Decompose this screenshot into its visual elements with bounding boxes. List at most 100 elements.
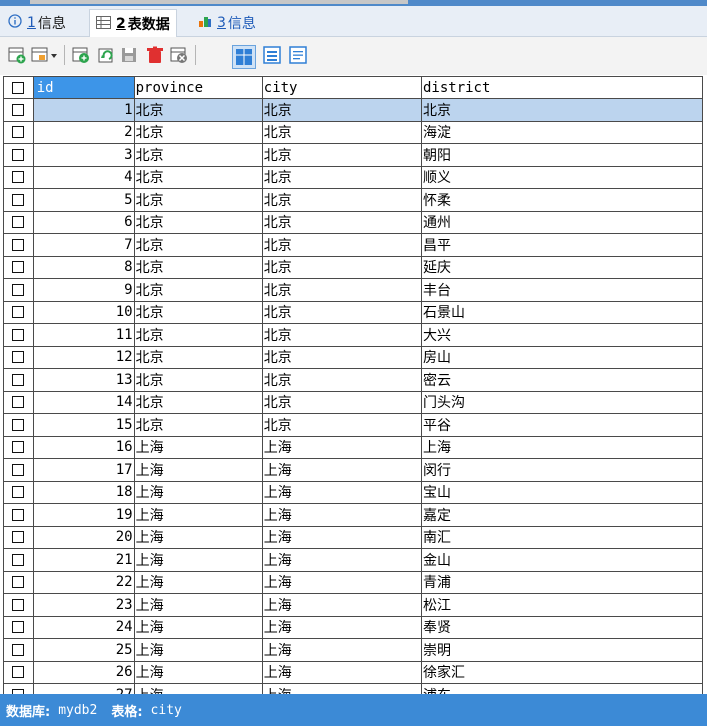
cell-id[interactable]: 25 (32, 638, 135, 662)
cell-district[interactable]: 闵行 (420, 458, 703, 482)
refresh-icon[interactable] (97, 46, 115, 64)
cell-id[interactable]: 8 (32, 255, 135, 279)
cell-id[interactable]: 17 (32, 458, 135, 482)
table-row[interactable]: 12 北京 北京 房山 (3, 345, 703, 369)
cell-district[interactable]: 徐家汇 (420, 660, 703, 684)
table-row[interactable]: 23 上海 上海 松江 (3, 593, 703, 617)
cell-id[interactable]: 24 (32, 615, 135, 639)
row-checkbox[interactable] (3, 323, 34, 347)
table-row[interactable]: 20 上海 上海 南汇 (3, 525, 703, 549)
row-checkbox[interactable] (3, 458, 34, 482)
cell-district[interactable]: 南汇 (420, 525, 703, 549)
table-row[interactable]: 7 北京 北京 昌平 (3, 233, 703, 257)
new-record-icon[interactable] (8, 46, 26, 64)
cell-district[interactable]: 怀柔 (420, 188, 703, 212)
cell-id[interactable]: 22 (32, 570, 135, 594)
row-checkbox[interactable] (3, 368, 34, 392)
cell-city[interactable]: 北京 (261, 278, 422, 302)
row-checkbox[interactable] (3, 120, 34, 144)
row-checkbox[interactable] (3, 503, 34, 527)
cell-district[interactable]: 大兴 (420, 323, 703, 347)
row-checkbox[interactable] (3, 255, 34, 279)
cell-id[interactable]: 27 (32, 683, 135, 694)
cell-id[interactable]: 7 (32, 233, 135, 257)
row-checkbox[interactable] (3, 165, 34, 189)
cell-province[interactable]: 北京 (133, 278, 263, 302)
cell-city[interactable]: 上海 (261, 593, 422, 617)
cell-id[interactable]: 11 (32, 323, 135, 347)
cell-id[interactable]: 18 (32, 480, 135, 504)
cell-id[interactable]: 10 (32, 300, 135, 324)
cell-district[interactable]: 浦东 (420, 683, 703, 694)
cell-province[interactable]: 北京 (133, 165, 263, 189)
horizontal-scrollbar[interactable] (30, 0, 408, 4)
cell-province[interactable]: 上海 (133, 570, 263, 594)
table-row[interactable]: 24 上海 上海 奉贤 (3, 615, 703, 639)
cell-id[interactable]: 5 (32, 188, 135, 212)
cell-province[interactable]: 北京 (133, 345, 263, 369)
cell-city[interactable]: 北京 (261, 98, 422, 122)
row-checkbox[interactable] (3, 210, 34, 234)
column-header-city[interactable]: city (261, 76, 422, 99)
cell-province[interactable]: 北京 (133, 390, 263, 414)
cell-city[interactable]: 北京 (261, 210, 422, 234)
cancel-icon[interactable] (170, 46, 188, 64)
row-checkbox[interactable] (3, 278, 34, 302)
cell-city[interactable]: 上海 (261, 480, 422, 504)
row-checkbox[interactable] (3, 143, 34, 167)
row-checkbox[interactable] (3, 188, 34, 212)
cell-city[interactable]: 北京 (261, 413, 422, 437)
cell-district[interactable]: 松江 (420, 593, 703, 617)
delete-icon[interactable] (146, 46, 164, 64)
cell-province[interactable]: 北京 (133, 188, 263, 212)
cell-city[interactable]: 北京 (261, 188, 422, 212)
row-checkbox[interactable] (3, 615, 34, 639)
cell-province[interactable]: 北京 (133, 413, 263, 437)
cell-city[interactable]: 北京 (261, 165, 422, 189)
cell-city[interactable]: 北京 (261, 390, 422, 414)
cell-id[interactable]: 21 (32, 548, 135, 572)
grid-view-icon[interactable] (232, 45, 256, 69)
form-view-icon[interactable] (263, 46, 281, 64)
table-row[interactable]: 16 上海 上海 上海 (3, 435, 703, 459)
table-row[interactable]: 4 北京 北京 顺义 (3, 165, 703, 189)
cell-province[interactable]: 上海 (133, 458, 263, 482)
cell-province[interactable]: 北京 (133, 323, 263, 347)
row-checkbox[interactable] (3, 480, 34, 504)
table-row[interactable]: 3 北京 北京 朝阳 (3, 143, 703, 167)
cell-id[interactable]: 1 (32, 98, 135, 122)
cell-city[interactable]: 上海 (261, 525, 422, 549)
column-header-province[interactable]: province (133, 76, 263, 99)
cell-city[interactable]: 上海 (261, 683, 422, 694)
cell-province[interactable]: 北京 (133, 255, 263, 279)
cell-id[interactable]: 12 (32, 345, 135, 369)
table-row[interactable]: 22 上海 上海 青浦 (3, 570, 703, 594)
cell-district[interactable]: 上海 (420, 435, 703, 459)
cell-province[interactable]: 北京 (133, 233, 263, 257)
table-row[interactable]: 26 上海 上海 徐家汇 (3, 660, 703, 684)
row-checkbox[interactable] (3, 525, 34, 549)
cell-district[interactable]: 海淀 (420, 120, 703, 144)
table-row[interactable]: 25 上海 上海 崇明 (3, 638, 703, 662)
table-row[interactable]: 10 北京 北京 石景山 (3, 300, 703, 324)
select-all-checkbox[interactable] (3, 76, 34, 99)
row-checkbox[interactable] (3, 233, 34, 257)
row-checkbox[interactable] (3, 413, 34, 437)
row-checkbox[interactable] (3, 593, 34, 617)
row-checkbox[interactable] (3, 660, 34, 684)
cell-province[interactable]: 上海 (133, 435, 263, 459)
cell-id[interactable]: 20 (32, 525, 135, 549)
table-row[interactable]: 18 上海 上海 宝山 (3, 480, 703, 504)
insert-icon[interactable] (72, 46, 90, 64)
table-row[interactable]: 1 北京 北京 北京 (3, 98, 703, 122)
cell-province[interactable]: 北京 (133, 143, 263, 167)
cell-province[interactable]: 上海 (133, 525, 263, 549)
table-row[interactable]: 5 北京 北京 怀柔 (3, 188, 703, 212)
cell-district[interactable]: 奉贤 (420, 615, 703, 639)
cell-district[interactable]: 青浦 (420, 570, 703, 594)
cell-district[interactable]: 崇明 (420, 638, 703, 662)
cell-province[interactable]: 上海 (133, 480, 263, 504)
text-view-icon[interactable] (289, 46, 307, 64)
row-checkbox[interactable] (3, 683, 34, 694)
cell-province[interactable]: 北京 (133, 368, 263, 392)
